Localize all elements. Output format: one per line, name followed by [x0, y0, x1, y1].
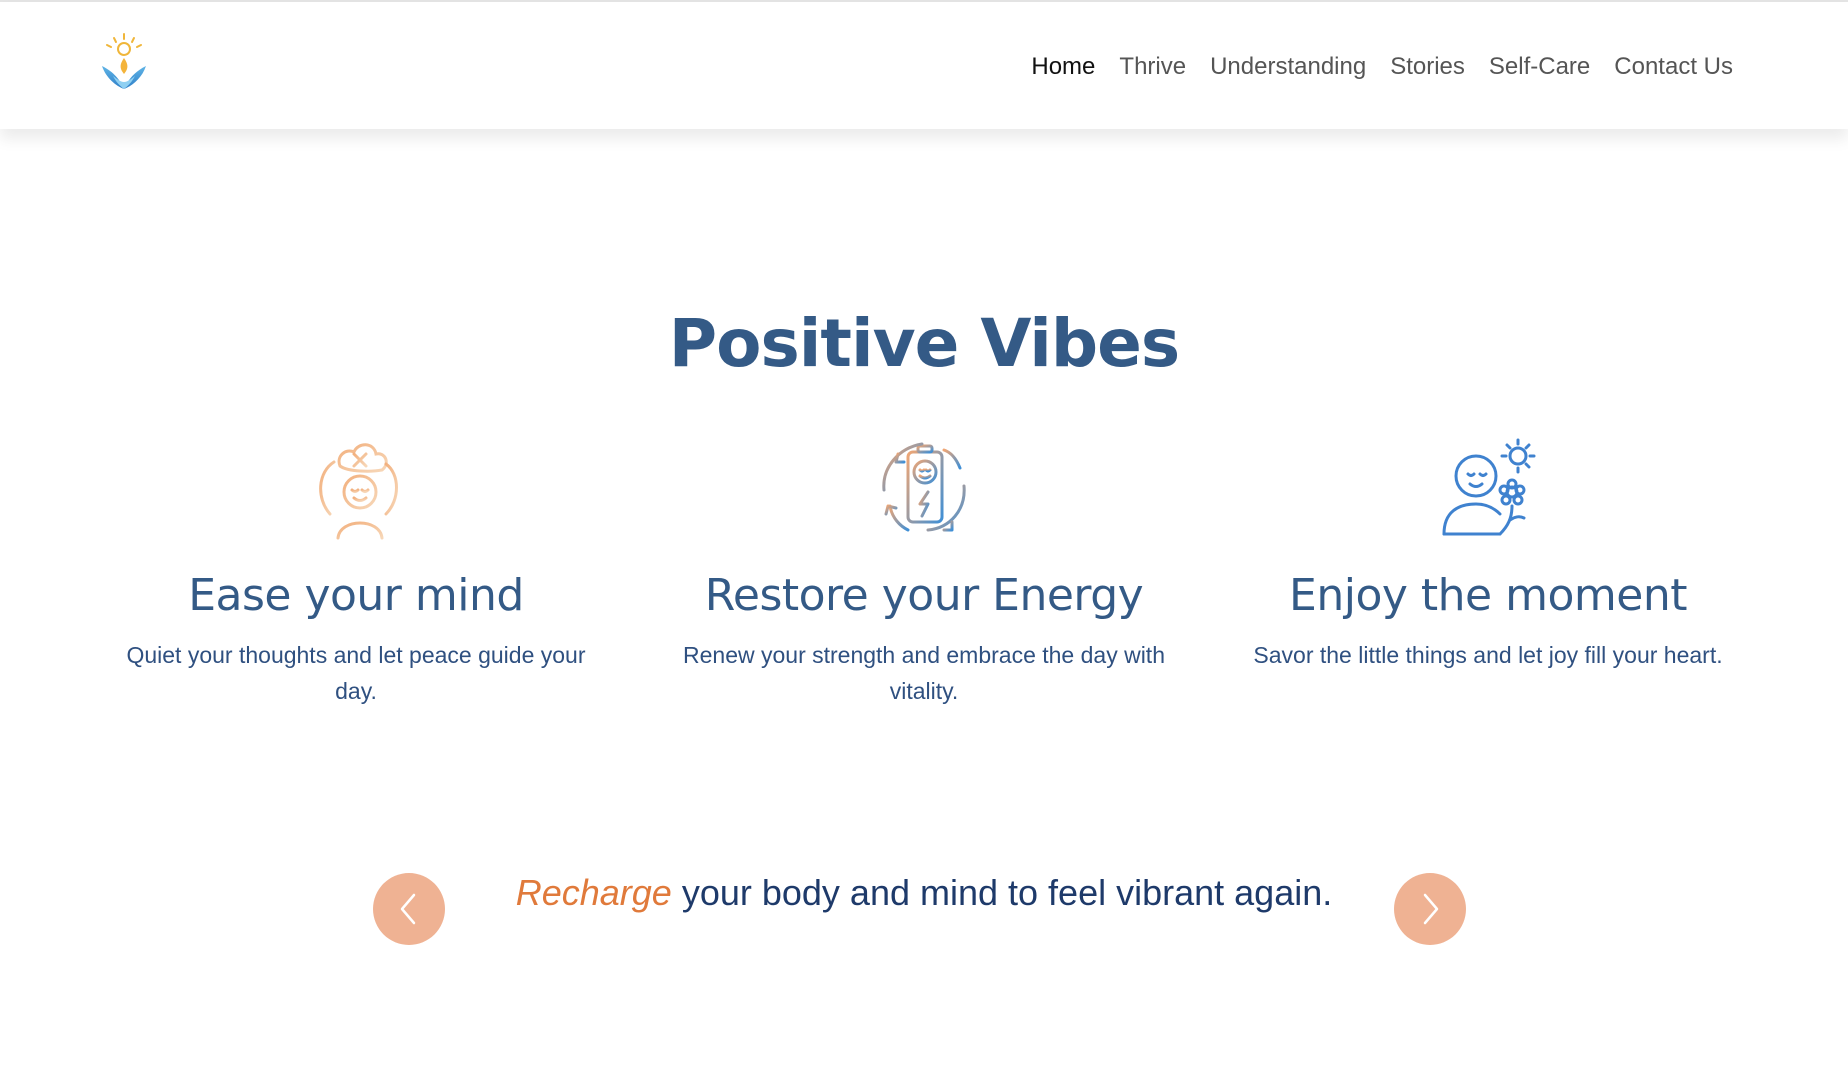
nav-contact-us[interactable]: Contact Us — [1614, 50, 1733, 84]
site-header: Home Thrive Understanding Stories Self-C… — [0, 2, 1848, 129]
slider-next-button[interactable] — [1394, 873, 1466, 945]
feature-card-enjoy-moment: Enjoy the moment Savor the little things… — [1228, 428, 1748, 673]
nav-self-care[interactable]: Self-Care — [1489, 50, 1590, 84]
nav-understanding[interactable]: Understanding — [1210, 50, 1366, 84]
battery-energy-icon — [882, 442, 966, 532]
feature-card-restore-energy: Restore your Energy Renew your strength … — [664, 428, 1184, 709]
quote-accent: Recharge — [515, 872, 672, 913]
feature-card-ease-mind: Ease your mind Quiet your thoughts and l… — [96, 428, 616, 709]
logo-icon[interactable] — [96, 32, 152, 96]
card-text: Renew your strength and embrace the day … — [683, 642, 1165, 704]
card-heading: Enjoy the moment — [1289, 570, 1687, 621]
card-heading: Ease your mind — [188, 570, 524, 621]
main-nav: Home Thrive Understanding Stories Self-C… — [1031, 50, 1733, 84]
quote-text: your body and mind to feel vibrant again… — [671, 872, 1333, 913]
happy-person-sun-icon — [1442, 438, 1536, 536]
calm-mind-icon — [319, 443, 398, 540]
nav-stories[interactable]: Stories — [1390, 50, 1465, 84]
page-title: Positive Vibes — [668, 305, 1180, 382]
card-text: Savor the little things and let joy fill… — [1253, 642, 1723, 668]
card-text: Quiet your thoughts and let peace guide … — [126, 642, 586, 704]
slider-quote: Recharge your body and mind to feel vibr… — [0, 872, 1848, 914]
card-heading: Restore your Energy — [704, 570, 1144, 621]
nav-home[interactable]: Home — [1031, 50, 1095, 84]
chevron-right-icon — [1423, 893, 1439, 925]
nav-thrive[interactable]: Thrive — [1119, 50, 1186, 84]
